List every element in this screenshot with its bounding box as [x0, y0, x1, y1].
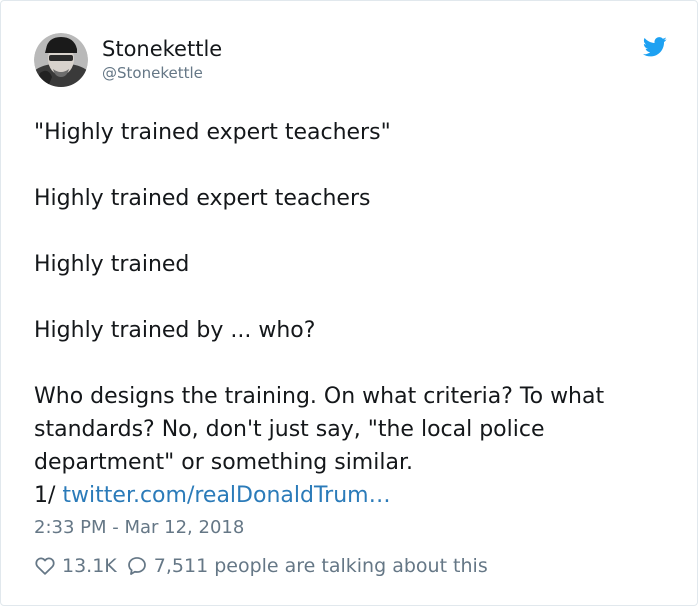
speech-bubble-icon — [126, 555, 148, 577]
tweet-text-line: standards? No, don't just say, "the loca… — [34, 417, 545, 442]
tweet-text-line: "Highly trained expert teachers" — [34, 120, 391, 145]
tweet-text-line: department" or something similar. — [34, 450, 413, 475]
heart-icon — [34, 555, 56, 577]
tweet-thread-line: 1/ twitter.com/realDonaldTrum… — [34, 479, 391, 512]
tweet-card: Stonekettle @Stonekettle "Highly trained… — [0, 0, 698, 606]
quoted-tweet-link[interactable]: twitter.com/realDonaldTrum… — [62, 483, 390, 508]
tweet-text-line: Who designs the training. On what criter… — [34, 384, 605, 409]
avatar-photo — [34, 33, 88, 87]
author-handle[interactable]: @Stonekettle — [102, 63, 203, 83]
author-display-name[interactable]: Stonekettle — [102, 36, 222, 62]
tweet-timestamp[interactable]: 2:33 PM - Mar 12, 2018 — [34, 515, 244, 541]
like-count: 13.1K — [62, 555, 117, 577]
twitter-bird-icon[interactable] — [642, 37, 667, 57]
tweet-actions: 13.1K 7,511 people are talking about thi… — [34, 553, 488, 579]
thread-number: 1/ — [34, 483, 56, 508]
avatar[interactable] — [34, 33, 88, 87]
tweet-text-line: Highly trained expert teachers — [34, 186, 371, 211]
tweet-text-line: Highly trained by ... who? — [34, 318, 316, 343]
like-button[interactable]: 13.1K — [34, 555, 117, 577]
reply-button[interactable]: 7,511 people are talking about this — [126, 555, 488, 577]
tweet-text-line: Highly trained — [34, 252, 190, 277]
conversation-count: 7,511 people are talking about this — [153, 555, 488, 577]
